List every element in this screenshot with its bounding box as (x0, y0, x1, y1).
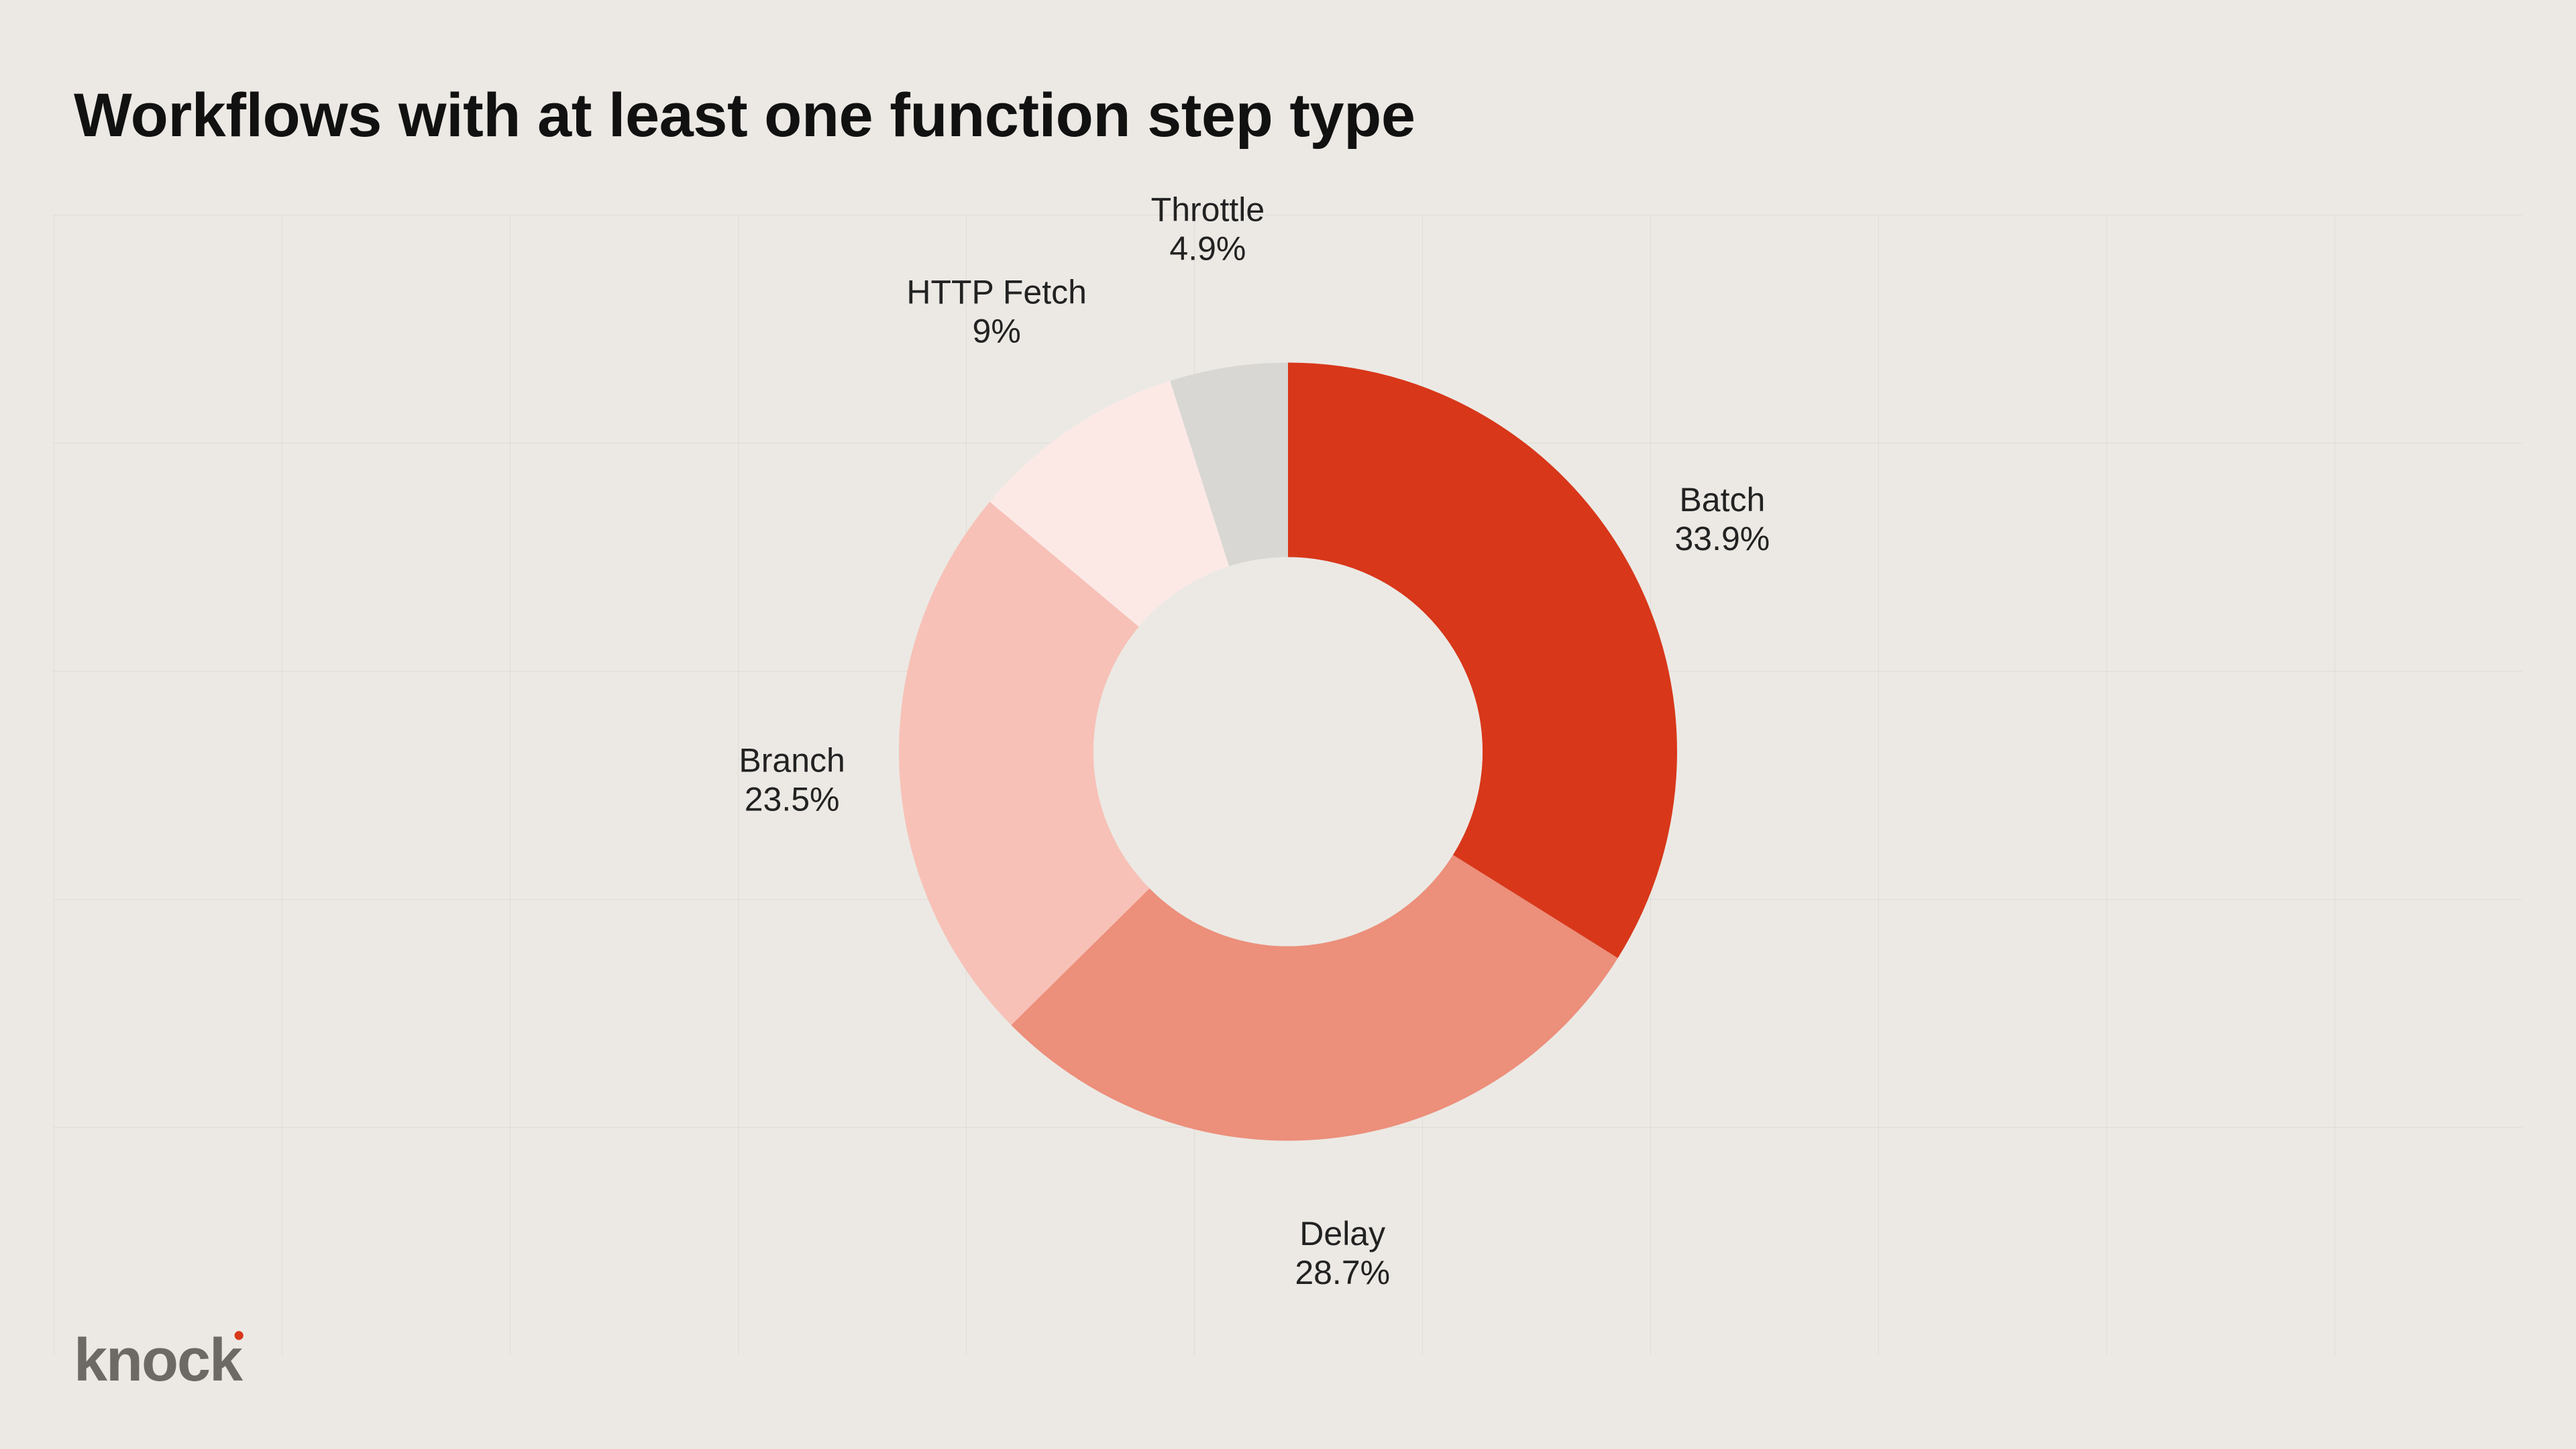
donut-chart: Batch33.9% Delay28.7% Branch23.5% HTTP Fetc… (483, 182, 2093, 1326)
brand-dot-icon: • (233, 1317, 243, 1353)
donut-hole (1093, 557, 1483, 947)
chart-title: Workflows with at least one function ste… (74, 80, 1415, 151)
brand-text: knock (74, 1327, 241, 1394)
slice-label-batch: Batch33.9% (1674, 481, 1770, 557)
brand-logo: knock• (74, 1326, 251, 1395)
slice-label-delay: Delay28.7% (1295, 1215, 1390, 1291)
slice-label-branch: Branch23.5% (739, 742, 845, 818)
slice-label-throttle: Throttle4.9% (1151, 191, 1265, 268)
slice-label-http-fetch: HTTP Fetch9% (906, 274, 1087, 350)
